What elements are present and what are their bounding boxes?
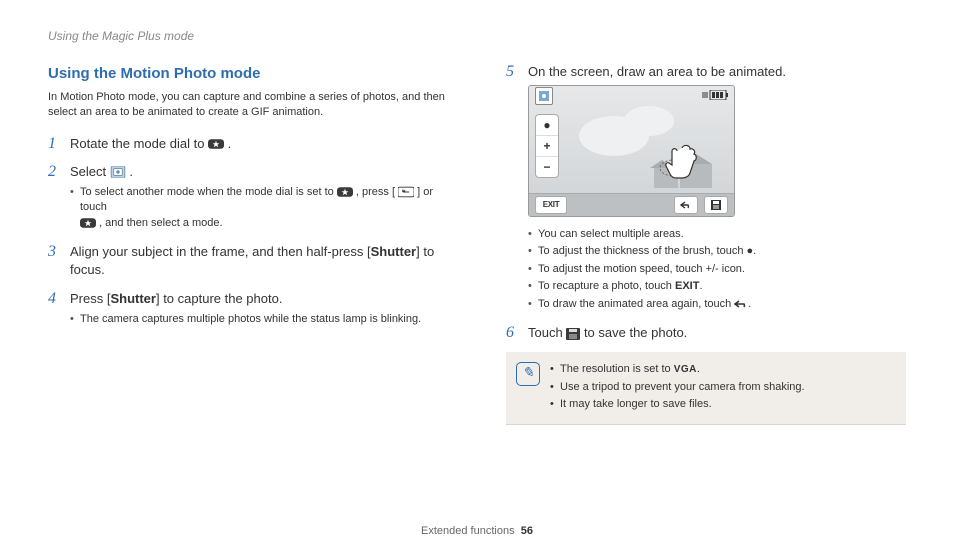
step-5-sub: You can select multiple areas.	[528, 227, 786, 242]
step-number: 6	[506, 324, 518, 342]
undo-arrow-icon	[734, 299, 748, 309]
plus-icon: +	[536, 136, 558, 157]
mode-dial-star-icon	[80, 217, 96, 229]
exit-button: EXIT	[535, 196, 567, 214]
note-item: The resolution is set to VGA.	[550, 362, 896, 377]
step-3: 3 Align your subject in the frame, and t…	[48, 243, 448, 279]
step-1-text: Rotate the mode dial to	[70, 136, 208, 151]
camera-screenshot: ● + − EXIT	[528, 85, 735, 217]
step-number: 4	[48, 290, 60, 330]
step-5-text: On the screen, draw an area to be animat…	[528, 63, 786, 81]
brush-dot-icon: ●	[536, 115, 558, 136]
step-4: 4 Press [Shutter] to capture the photo. …	[48, 290, 448, 330]
save-button-icon	[704, 196, 728, 214]
mode-indicator-icon	[535, 87, 553, 105]
section-heading: Using the Motion Photo mode	[48, 63, 448, 84]
note-icon: ✎	[516, 362, 540, 386]
back-button-icon	[398, 186, 414, 198]
step-5-sub: To recapture a photo, touch EXIT.	[528, 279, 786, 294]
step-2-text: Select	[70, 164, 110, 179]
note-item: It may take longer to save files.	[550, 397, 896, 412]
shutter-label: Shutter	[371, 244, 417, 259]
step-number: 1	[48, 135, 60, 153]
step-2: 2 Select . To select another mode when t…	[48, 163, 448, 233]
note-box: ✎ The resolution is set to VGA. Use a tr…	[506, 352, 906, 425]
step-6: 6 Touch to save the photo.	[506, 324, 906, 342]
step-number: 5	[506, 63, 518, 314]
exit-text: EXIT	[675, 280, 699, 292]
vga-label: VGA	[674, 364, 697, 375]
brush-controls: ● + −	[535, 114, 559, 178]
motion-photo-mode-icon	[110, 166, 126, 178]
step-2-sub: To select another mode when the mode dia…	[70, 185, 448, 231]
left-column: Using the Motion Photo mode In Motion Ph…	[48, 63, 448, 426]
step-number: 3	[48, 243, 60, 279]
step-5-sub: To adjust the thickness of the brush, to…	[528, 244, 786, 259]
step-5-sub: To draw the animated area again, touch .	[528, 297, 786, 312]
intro-text: In Motion Photo mode, you can capture an…	[48, 90, 448, 121]
step-number: 2	[48, 163, 60, 233]
step-5-sub: To adjust the motion speed, touch +/- ic…	[528, 262, 786, 277]
step-5: 5 On the screen, draw an area to be anim…	[506, 63, 906, 314]
save-disk-icon	[566, 328, 580, 340]
page-number: 56	[521, 525, 533, 537]
minus-icon: −	[536, 157, 558, 177]
step-1: 1 Rotate the mode dial to .	[48, 135, 448, 153]
mode-dial-star-icon	[208, 138, 224, 150]
battery-icon	[702, 87, 728, 105]
step-4-sub: The camera captures multiple photos whil…	[70, 312, 421, 327]
draw-gesture-icon	[658, 138, 702, 187]
shutter-label: Shutter	[110, 291, 156, 306]
footer-section: Extended functions	[421, 525, 515, 537]
mode-dial-star-icon	[337, 186, 353, 198]
running-header: Using the Magic Plus mode	[48, 28, 906, 45]
page-footer: Extended functions 56	[0, 524, 954, 539]
undo-button-icon	[674, 196, 698, 214]
right-column: 5 On the screen, draw an area to be anim…	[506, 63, 906, 426]
note-item: Use a tripod to prevent your camera from…	[550, 380, 896, 395]
